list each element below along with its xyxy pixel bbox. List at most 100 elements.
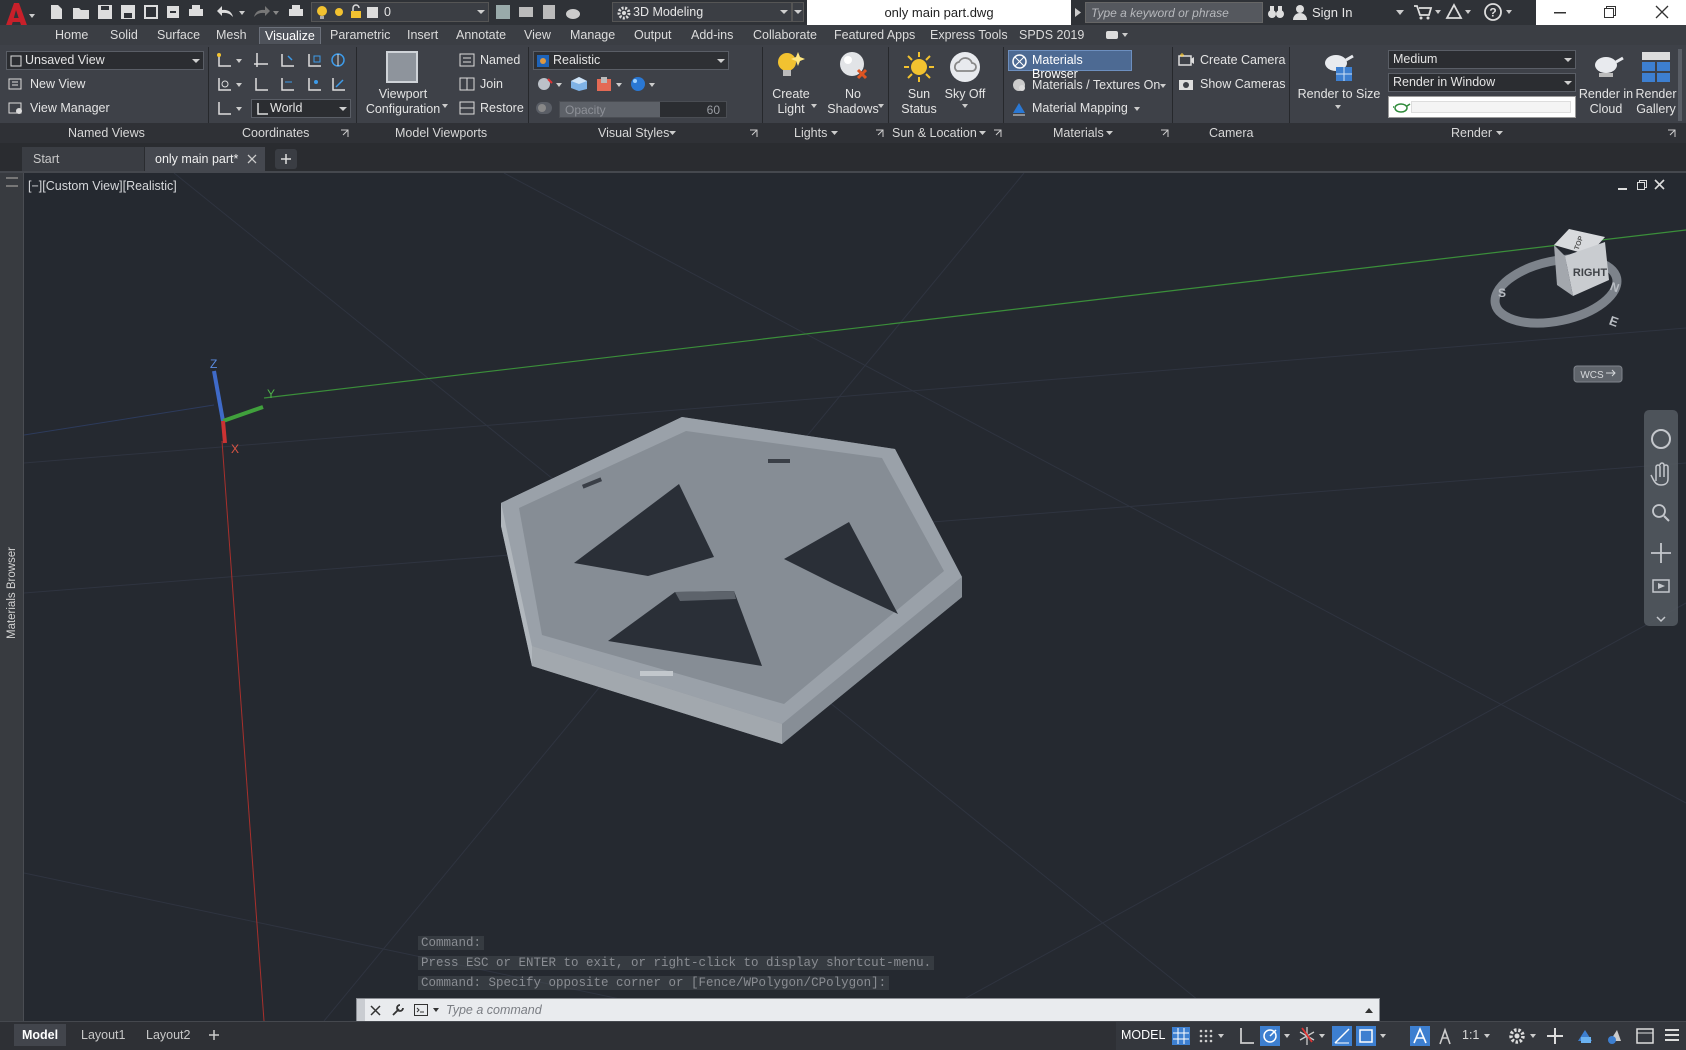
close-icon[interactable] xyxy=(247,154,257,164)
chevron-down-icon[interactable] xyxy=(878,104,884,108)
clean-screen-icon[interactable] xyxy=(1636,1027,1654,1045)
render-in-cloud-icon[interactable] xyxy=(1590,51,1624,83)
annotation-visibility-icon[interactable] xyxy=(1410,1026,1430,1046)
chevron-down-icon[interactable] xyxy=(236,59,242,63)
panel-title-camera[interactable]: Camera xyxy=(1209,126,1253,140)
sky-off-icon[interactable] xyxy=(949,51,981,83)
chevron-right-icon[interactable] xyxy=(1075,8,1081,17)
sun-status-icon[interactable] xyxy=(903,51,935,83)
create-camera-button[interactable]: Create Camera xyxy=(1200,53,1285,67)
close-icon[interactable] xyxy=(1655,5,1669,19)
teapot-icon[interactable] xyxy=(564,4,582,20)
cart-icon[interactable] xyxy=(1414,4,1433,20)
plot-icon[interactable] xyxy=(288,4,304,20)
render-to-size-button[interactable]: Render to Size xyxy=(1296,87,1382,102)
command-line-handle[interactable] xyxy=(357,999,365,1021)
join-viewports-button[interactable]: Join xyxy=(480,77,503,91)
layer-states-icon[interactable] xyxy=(541,4,557,20)
view-manager-button[interactable]: View Manager xyxy=(30,101,110,115)
ortho-icon[interactable] xyxy=(1239,1027,1255,1045)
material-mapping-icon[interactable] xyxy=(1011,101,1027,117)
render-in-combo[interactable]: Render in Window xyxy=(1388,73,1576,92)
chevron-down-icon[interactable] xyxy=(1380,1034,1386,1038)
ucs-z-icon[interactable] xyxy=(330,52,346,68)
binoculars-icon[interactable] xyxy=(1268,5,1284,19)
redo-icon[interactable] xyxy=(252,5,270,19)
chevron-down-icon[interactable] xyxy=(1335,105,1341,109)
chevron-down-icon[interactable] xyxy=(1319,1034,1325,1038)
create-light-icon[interactable] xyxy=(775,50,805,82)
chevron-down-icon[interactable] xyxy=(556,83,562,87)
panel-launcher-icon[interactable] xyxy=(1668,129,1676,137)
material-mapping-button[interactable]: Material Mapping xyxy=(1032,101,1128,115)
tab-parametric[interactable]: Parametric xyxy=(330,27,390,44)
tab-spds-2019[interactable]: SPDS 2019 xyxy=(1019,27,1084,44)
tab-view[interactable]: View xyxy=(524,27,551,44)
ucs-zaxis-icon[interactable] xyxy=(330,76,346,92)
model-viewport[interactable]: Z Y X RIGHT TOP S N E WCS [−][Custom Vie… xyxy=(24,173,1686,1021)
ucs-y-icon[interactable] xyxy=(306,52,322,68)
chevron-down-icon[interactable] xyxy=(1506,10,1512,14)
panel-title-sun-location[interactable]: Sun & Location xyxy=(892,126,977,140)
object-snap-tracking-icon[interactable] xyxy=(1332,1026,1352,1046)
chevron-down-icon[interactable] xyxy=(273,11,279,15)
show-cameras-icon[interactable] xyxy=(1178,77,1194,91)
layer-combo[interactable]: 0 xyxy=(311,2,489,22)
workspace-gear-icon[interactable] xyxy=(1508,1027,1526,1045)
chevron-down-icon[interactable] xyxy=(1530,1034,1536,1038)
annotation-scale[interactable]: 1:1 xyxy=(1462,1028,1479,1042)
restore-icon[interactable] xyxy=(1637,180,1647,190)
chevron-down-icon[interactable] xyxy=(239,11,245,15)
autodesk-app-icon[interactable] xyxy=(1445,3,1463,20)
panel-title-lights[interactable]: Lights xyxy=(794,126,827,140)
ucs-view-icon[interactable] xyxy=(216,76,232,92)
chevron-down-icon[interactable] xyxy=(649,83,655,87)
ucs-face-icon[interactable] xyxy=(279,76,295,92)
close-icon[interactable] xyxy=(370,1005,381,1016)
chevron-down-icon[interactable] xyxy=(831,131,838,135)
chevron-down-icon[interactable] xyxy=(616,83,622,87)
tab-express-tools[interactable]: Express Tools xyxy=(930,27,1008,44)
layer-previous-icon[interactable] xyxy=(518,4,534,20)
isodraft-icon[interactable] xyxy=(1298,1026,1316,1046)
chevron-down-icon[interactable] xyxy=(1134,107,1140,111)
tab-insert[interactable]: Insert xyxy=(407,27,438,44)
new-file-icon[interactable] xyxy=(48,4,64,20)
polar-tracking-icon[interactable] xyxy=(1260,1026,1280,1046)
save-icon[interactable] xyxy=(97,4,113,20)
chevron-down-icon[interactable] xyxy=(1218,1034,1224,1038)
minimize-icon[interactable] xyxy=(1554,12,1566,14)
panel-title-materials[interactable]: Materials xyxy=(1053,126,1104,140)
tab-annotate[interactable]: Annotate xyxy=(456,27,506,44)
tab-surface[interactable]: Surface xyxy=(157,27,200,44)
model-space-button[interactable]: MODEL xyxy=(1121,1028,1165,1042)
sign-in-link[interactable]: Sign In xyxy=(1312,5,1352,20)
create-camera-icon[interactable] xyxy=(1178,53,1194,67)
no-shadows-button[interactable]: No Shadows xyxy=(822,87,884,117)
chevron-down-icon[interactable] xyxy=(669,131,676,135)
texture-icon[interactable] xyxy=(596,76,614,92)
restore-viewports-icon[interactable] xyxy=(459,101,475,115)
match-properties-icon[interactable] xyxy=(495,4,511,20)
ucs-object-icon[interactable] xyxy=(253,76,269,92)
plot-icon[interactable] xyxy=(188,4,204,20)
layout-tab-layout2[interactable]: Layout2 xyxy=(146,1028,190,1042)
panel-title-visual-styles[interactable]: Visual Styles xyxy=(598,126,669,140)
chevron-down-icon[interactable] xyxy=(1484,1034,1490,1038)
new-tab-button[interactable] xyxy=(275,149,297,169)
chevron-down-icon[interactable] xyxy=(811,104,817,108)
ribbon-minimize-icon[interactable] xyxy=(1106,31,1130,40)
tab-solid[interactable]: Solid xyxy=(110,27,138,44)
open-folder-icon[interactable] xyxy=(72,4,90,20)
tab-mesh[interactable]: Mesh xyxy=(216,27,247,44)
help-icon[interactable]: ? xyxy=(1484,3,1502,21)
panel-launcher-icon[interactable] xyxy=(994,129,1002,137)
command-prompt-icon[interactable] xyxy=(414,1004,430,1016)
viewport-configuration-button[interactable]: Viewport Configuration xyxy=(362,87,444,117)
layout-tab-model[interactable]: Model xyxy=(14,1024,66,1046)
object-snap-icon[interactable] xyxy=(1356,1026,1376,1046)
chevron-down-icon[interactable] xyxy=(962,104,968,108)
plus-crosshair-icon[interactable] xyxy=(1546,1027,1564,1045)
chevron-down-icon[interactable] xyxy=(1435,10,1441,14)
tab-home[interactable]: Home xyxy=(55,27,88,44)
